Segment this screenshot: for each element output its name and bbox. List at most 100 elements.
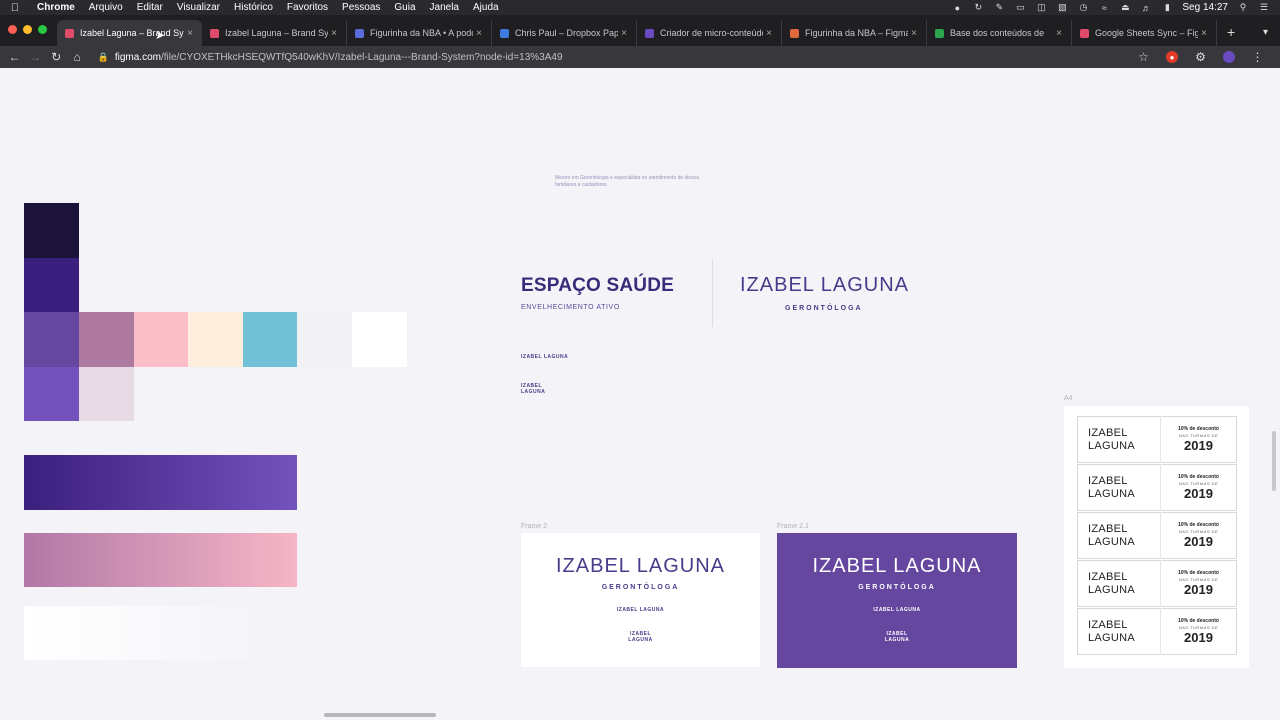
frame-2-label[interactable]: Frame 2 (521, 523, 547, 530)
apple-icon[interactable]:  (0, 2, 30, 14)
browser-tab[interactable]: Figurinha da NBA • A podcast× (347, 20, 492, 46)
swatch-deep[interactable] (24, 203, 79, 258)
browser-toolbar: ← → ↻ ⌂ 🔒 figma.com/file/CYOXETHkcHSEQWT… (0, 46, 1280, 68)
tabs: Izabel Laguna – Brand System×Izabel Lagu… (57, 15, 1217, 46)
tab-close-icon[interactable]: × (763, 28, 775, 39)
menu-visualizar[interactable]: Visualizar (170, 0, 227, 15)
swatch-violet[interactable] (24, 312, 79, 367)
tab-close-icon[interactable]: × (473, 28, 485, 39)
wifi-icon[interactable]: ≈ (1098, 3, 1110, 13)
url-text[interactable]: figma.com/file/CYOXETHkcHSEQWTfQ540wKhV/… (115, 52, 563, 63)
frame-2-1-label[interactable]: Frame 2.1 (777, 523, 809, 530)
frame-2-1-stack-line-2: LAGUNA (884, 637, 910, 643)
menu-favoritos[interactable]: Favoritos (280, 0, 335, 15)
address-bar[interactable]: 🔒 figma.com/file/CYOXETHkcHSEQWTfQ540wKh… (98, 48, 1133, 66)
discount-ticket[interactable]: IZABEL LAGUNA 10% de desconto NAS TURMAS DE… (1077, 512, 1237, 559)
frame-2-1[interactable]: IZABEL LAGUNA GERONTÓLOGA IZABEL LAGUNA … (777, 533, 1017, 668)
close-window-button[interactable] (8, 25, 17, 34)
home-button[interactable]: ⌂ (67, 50, 88, 64)
swatch-white[interactable] (352, 312, 407, 367)
espaco-saude-tagline: ENVELHECIMENTO ATIVO (521, 304, 620, 311)
tab-close-icon[interactable]: × (1053, 28, 1065, 39)
swatch-mauve[interactable] (79, 312, 134, 367)
mini-logo-inline[interactable]: IZABEL LAGUNA (521, 354, 568, 360)
swatch-pink[interactable] (134, 312, 188, 367)
tab-close-icon[interactable]: × (184, 28, 196, 39)
forward-button[interactable]: → (25, 50, 46, 64)
menu-editar[interactable]: Editar (130, 0, 170, 15)
sync-icon[interactable]: ↻ (972, 2, 984, 13)
browser-tab[interactable]: Criador de micro-conteúdo × (637, 20, 782, 46)
tab-close-icon[interactable]: × (328, 28, 340, 39)
ticket-name: IZABEL LAGUNA (1078, 619, 1160, 645)
figma-canvas[interactable]: Mestre em Gerontologia e especialista no… (0, 68, 1280, 720)
screen-icon[interactable]: ▧ (1056, 2, 1068, 13)
mini-logo-stacked[interactable]: IZABEL LAGUNA (521, 383, 545, 395)
spotlight-icon[interactable]: ⚲ (1237, 2, 1249, 13)
browser-tab[interactable]: Chris Paul – Dropbox Paper × (492, 20, 637, 46)
swatch-cream[interactable] (188, 312, 243, 367)
tab-search-icon[interactable]: ▾ (1263, 27, 1280, 46)
bookmark-star-icon[interactable]: ☆ (1133, 50, 1154, 64)
back-button[interactable]: ← (4, 50, 25, 64)
url-path: /file/CYOXETHkcHSEQWTfQ540wKhV/Izabel-La… (160, 51, 563, 63)
browser-tab[interactable]: Izabel Laguna – Brand System× (202, 20, 347, 46)
ticket-name-line-2: LAGUNA (1088, 535, 1136, 548)
reload-button[interactable]: ↻ (46, 50, 67, 64)
window-icon[interactable]: ▭ (1014, 2, 1026, 13)
discount-ticket[interactable]: IZABEL LAGUNA 10% de desconto NAS TURMAS DE… (1077, 560, 1237, 607)
discount-ticket[interactable]: IZABEL LAGUNA 10% de desconto NAS TURMAS DE… (1077, 416, 1237, 463)
record-icon[interactable]: ● (951, 3, 963, 13)
a4-frame[interactable]: IZABEL LAGUNA 10% de desconto NAS TURMAS DE… (1064, 406, 1249, 668)
browser-tab[interactable]: Base dos conteúdos de × (927, 20, 1072, 46)
gradient-purple[interactable] (24, 455, 297, 510)
swatch-blush[interactable] (79, 367, 134, 421)
lock-icon[interactable]: 🔒 (98, 52, 109, 63)
a4-frame-label[interactable]: A4 (1064, 395, 1073, 402)
menu-historico[interactable]: Histórico (227, 0, 280, 15)
horizontal-scrollbar[interactable] (324, 713, 436, 717)
browser-tab[interactable]: Izabel Laguna – Brand System× (57, 20, 202, 46)
tab-favicon-icon (355, 28, 364, 38)
clock[interactable]: Seg 14:27 (1182, 2, 1228, 13)
extensions-puzzle-icon[interactable]: ⚙ (1190, 50, 1211, 64)
columns-icon[interactable]: ◫ (1035, 2, 1047, 13)
izabel-laguna-logo[interactable]: IZABEL LAGUNA (740, 274, 909, 297)
tab-close-icon[interactable]: × (1198, 28, 1210, 39)
chrome-menu-icon[interactable]: ⋮ (1247, 50, 1268, 64)
menu-janela[interactable]: Janela (423, 0, 466, 15)
espaco-saude-logo[interactable]: ESPAÇO SAÚDE (521, 275, 674, 297)
menu-app-name[interactable]: Chrome (30, 0, 82, 15)
discount-ticket[interactable]: IZABEL LAGUNA 10% de desconto NAS TURMAS DE… (1077, 608, 1237, 655)
menu-arquivo[interactable]: Arquivo (82, 0, 130, 15)
extension-record-icon[interactable]: ● (1166, 51, 1178, 63)
new-tab-button[interactable]: + (1217, 24, 1245, 46)
gradient-white[interactable] (24, 606, 297, 660)
gradient-pink[interactable] (24, 533, 297, 587)
pen-icon[interactable]: ✎ (993, 2, 1005, 13)
discount-ticket[interactable]: IZABEL LAGUNA 10% de desconto NAS TURMAS DE… (1077, 464, 1237, 511)
browser-tab[interactable]: Google Sheets Sync – Figma× (1072, 20, 1217, 46)
notification-center-icon[interactable]: ☰ (1258, 2, 1270, 13)
frame-2[interactable]: IZABEL LAGUNA GERONTÓLOGA IZABEL LAGUNA … (521, 533, 760, 667)
swatch-indigo[interactable] (24, 258, 79, 312)
macos-menubar:  Chrome Arquivo Editar Visualizar Histó… (0, 0, 1280, 15)
minimize-window-button[interactable] (23, 25, 32, 34)
volume-icon[interactable]: ♬ (1140, 3, 1152, 13)
browser-tab[interactable]: Figurinha da NBA – Figma × (782, 20, 927, 46)
time-machine-icon[interactable]: ◷ (1077, 2, 1089, 13)
menu-pessoas[interactable]: Pessoas (335, 0, 387, 15)
tab-close-icon[interactable]: × (618, 28, 630, 39)
profile-avatar[interactable] (1223, 51, 1235, 63)
menu-guia[interactable]: Guia (387, 0, 422, 15)
tab-close-icon[interactable]: × (908, 28, 920, 39)
swatch-mist[interactable] (297, 312, 352, 367)
zoom-window-button[interactable] (38, 25, 47, 34)
swatch-sky[interactable] (243, 312, 297, 367)
menu-ajuda[interactable]: Ajuda (466, 0, 506, 15)
eject-icon[interactable]: ⏏ (1119, 2, 1131, 13)
battery-icon[interactable]: ▮ (1161, 2, 1173, 13)
vertical-scrollbar[interactable] (1272, 431, 1276, 491)
swatch-lavender[interactable] (24, 367, 79, 421)
ticket-year: 2019 (1184, 486, 1213, 501)
